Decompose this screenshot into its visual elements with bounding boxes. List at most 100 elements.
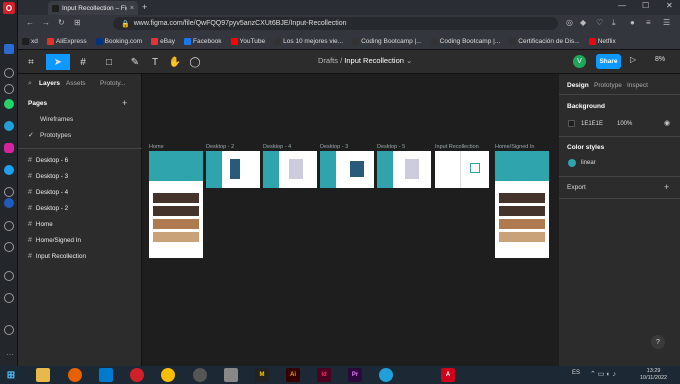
language-indicator[interactable]: ES: [572, 370, 580, 376]
download-icon[interactable]: ⤓: [612, 18, 616, 28]
firefox-icon[interactable]: [68, 368, 82, 382]
layer-desktop-4[interactable]: # Desktop - 4: [28, 189, 68, 196]
bookmark-item[interactable]: Booking.com: [95, 37, 142, 45]
close-tab-icon[interactable]: ×: [130, 5, 134, 12]
url-bar[interactable]: 🔒 www.figma.com/file/QwFQQ97pyv5anzCXUt6…: [113, 17, 558, 30]
tab-inspect[interactable]: Inspect: [627, 82, 648, 89]
help-button[interactable]: ?: [651, 335, 665, 349]
pen-tool-icon[interactable]: ✎: [126, 54, 144, 70]
layer-desktop-6[interactable]: # Desktop - 6: [28, 157, 68, 164]
vscode-icon[interactable]: [99, 368, 113, 382]
whatsapp-icon[interactable]: [4, 99, 14, 109]
premiere-icon[interactable]: Pr: [348, 368, 362, 382]
bookmark-item[interactable]: Certificación de Dis...: [509, 37, 580, 45]
clock[interactable]: 13:29 10/11/2022: [640, 368, 667, 382]
tab-design[interactable]: Design: [567, 82, 589, 89]
background-opacity[interactable]: 100%: [617, 121, 632, 127]
present-icon[interactable]: ▷: [630, 55, 636, 64]
text-tool-icon[interactable]: T: [146, 54, 164, 70]
tabs-grid-icon[interactable]: ⊞: [74, 18, 81, 27]
bookmark-item[interactable]: Coding Bootcamp |...: [430, 37, 500, 45]
illustrator-icon[interactable]: Ai: [286, 368, 300, 382]
move-tool-icon[interactable]: ➤: [46, 54, 70, 70]
reload-icon[interactable]: ↻: [58, 18, 65, 27]
telegram-icon[interactable]: [4, 121, 14, 131]
clock-icon[interactable]: [4, 242, 14, 252]
bookmark-item[interactable]: Coding Bootcamp |...: [352, 37, 422, 45]
forward-icon[interactable]: →: [42, 18, 50, 27]
steam-icon[interactable]: [193, 368, 207, 382]
layer-home[interactable]: # Home: [28, 221, 53, 228]
shield-icon[interactable]: ◆: [580, 18, 586, 27]
share-button[interactable]: Share: [596, 54, 621, 69]
system-tray-icons[interactable]: ⌃ ▭ ◐ ♪: [590, 370, 616, 378]
add-page-icon[interactable]: +: [122, 98, 127, 108]
telegram-taskbar-icon[interactable]: [379, 368, 393, 382]
twitter-icon[interactable]: [4, 165, 14, 175]
easy-setup-icon[interactable]: ≡: [646, 18, 651, 27]
camera-icon[interactable]: ◎: [566, 18, 573, 27]
close-window-icon[interactable]: ✕: [666, 1, 673, 10]
maximize-icon[interactable]: ☐: [642, 1, 649, 10]
extensions-icon[interactable]: [4, 271, 14, 281]
search-icon[interactable]: ⌕: [28, 80, 32, 88]
color-style-swatch[interactable]: [568, 159, 576, 167]
avatar[interactable]: V: [573, 55, 586, 68]
add-export-icon[interactable]: +: [664, 182, 669, 192]
player-icon[interactable]: [4, 221, 14, 231]
tab-prototype[interactable]: Prototype: [594, 82, 622, 89]
page-wireframes[interactable]: Wireframes: [40, 116, 73, 123]
opera-taskbar-icon[interactable]: [130, 368, 144, 382]
app-icon[interactable]: [224, 368, 238, 382]
bookmark-item[interactable]: eBay: [151, 37, 175, 45]
figma-menu-icon[interactable]: ⌗: [22, 54, 40, 70]
layer-desktop-2[interactable]: # Desktop - 2: [28, 205, 68, 212]
bookmark-item[interactable]: YouTube: [230, 37, 265, 45]
color-style-name[interactable]: linear: [581, 160, 596, 166]
tips-icon[interactable]: [4, 325, 14, 335]
tab-layers[interactable]: Layers: [39, 80, 60, 87]
history-icon[interactable]: [4, 187, 14, 197]
more-icon[interactable]: ···: [6, 350, 14, 359]
background-swatch[interactable]: [568, 120, 575, 127]
bookmark-item[interactable]: Facebook: [184, 37, 222, 45]
settings-icon[interactable]: [4, 293, 14, 303]
file-explorer-icon[interactable]: [36, 368, 50, 382]
back-icon[interactable]: ←: [26, 18, 34, 27]
bookmark-item[interactable]: AliExpress: [46, 37, 87, 45]
hand-tool-icon[interactable]: ✋: [166, 54, 184, 70]
minimize-icon[interactable]: —: [618, 1, 626, 10]
browser-tab[interactable]: Input Recollection – Figma ×: [48, 1, 138, 15]
layer-home-signed-in[interactable]: # Home/Signed In: [28, 237, 81, 244]
layer-input-recollection[interactable]: # Input Recollection: [28, 253, 86, 260]
zoom-level[interactable]: 8%: [655, 56, 665, 63]
layer-desktop-3[interactable]: # Desktop - 3: [28, 173, 68, 180]
new-tab-button[interactable]: +: [142, 2, 147, 12]
chrome-icon[interactable]: [161, 368, 175, 382]
frame-tool-icon[interactable]: #: [74, 54, 92, 70]
opera-logo-icon[interactable]: O: [3, 2, 15, 14]
comment-tool-icon[interactable]: ◯: [186, 54, 204, 70]
file-name[interactable]: Input Recollection: [344, 56, 404, 65]
instagram-icon[interactable]: [4, 143, 14, 153]
discord-icon[interactable]: [4, 198, 14, 208]
bookmarks-icon[interactable]: [4, 84, 14, 94]
miro-icon[interactable]: M: [255, 368, 269, 382]
indesign-icon[interactable]: Id: [317, 368, 331, 382]
speed-dial-icon[interactable]: [4, 68, 14, 78]
tab-prototype-pages[interactable]: Prototy...: [100, 80, 126, 87]
chevron-down-icon[interactable]: ⌄: [406, 56, 412, 65]
breadcrumb-root[interactable]: Drafts: [318, 56, 338, 65]
eye-icon[interactable]: ◉: [664, 119, 670, 127]
shape-tool-icon[interactable]: □: [100, 54, 118, 70]
tab-assets[interactable]: Assets: [66, 80, 86, 87]
heart-icon[interactable]: ♡: [596, 18, 603, 27]
breadcrumb[interactable]: Drafts / Input Recollection ⌄: [318, 56, 412, 65]
background-hex[interactable]: 1E1E1E: [581, 121, 603, 127]
menu-icon[interactable]: ☰: [663, 18, 670, 27]
windows-start-icon[interactable]: ⊞: [4, 368, 18, 382]
canvas[interactable]: Home Desktop - 2 Desktop - 4 Desktop - 3…: [142, 74, 559, 366]
page-prototypes[interactable]: Prototypes: [40, 132, 71, 139]
bookmark-item[interactable]: xd: [22, 37, 38, 45]
bookmark-item[interactable]: Netflix: [588, 37, 616, 45]
